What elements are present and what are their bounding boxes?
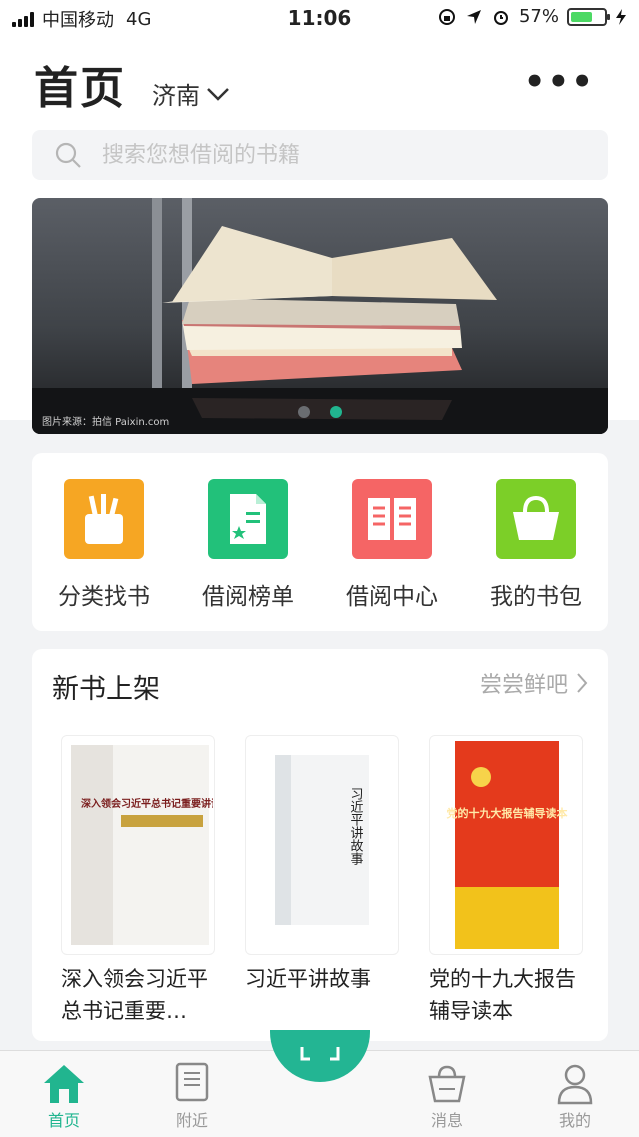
chevron-right-icon <box>577 673 588 693</box>
stacked-books-illustration <box>32 198 608 434</box>
user-icon <box>557 1064 593 1105</box>
chevron-down-icon <box>207 87 229 101</box>
cover-title: 深入领会习近平总书记重要讲话精神 <box>81 797 213 810</box>
scan-icon <box>300 1047 340 1061</box>
search-bar[interactable] <box>32 130 608 180</box>
pencil-cup-icon <box>64 479 144 559</box>
book-title: 党的十九大报告辅导读本 <box>429 967 576 1023</box>
book-icon <box>175 1062 209 1102</box>
cover-title: 习近平讲故事 <box>348 787 364 865</box>
book-card[interactable]: 深入领会习近平总书记重要讲话精神 深入领会习近平总书记重要… <box>61 735 215 1027</box>
tab-messages[interactable]: 消息 <box>397 1061 497 1131</box>
carousel-dots <box>32 406 608 418</box>
battery-icon <box>567 7 610 26</box>
tab-label: 附近 <box>175 1111 208 1130</box>
tab-profile[interactable]: 我的 <box>525 1061 625 1131</box>
search-icon <box>55 142 81 168</box>
book-title: 深入领会习近平总书记重要… <box>61 967 208 1023</box>
tab-home[interactable]: 首页 <box>14 1061 114 1131</box>
status-bar: 中国移动 4G 11:06 57% <box>0 0 639 36</box>
shortcut-borrow-center[interactable]: 借阅中心 <box>320 453 464 631</box>
tab-label: 消息 <box>430 1111 463 1130</box>
shortcut-label: 借阅中心 <box>346 584 438 610</box>
tab-label: 首页 <box>47 1111 80 1130</box>
book-cover: 习近平讲故事 <box>245 735 399 955</box>
shortcut-my-bag[interactable]: 我的书包 <box>464 453 608 631</box>
tab-nearby[interactable]: 附近 <box>142 1061 242 1131</box>
shortcut-label: 我的书包 <box>490 584 582 610</box>
alarm-icon <box>493 10 508 25</box>
city-label: 济南 <box>152 82 200 110</box>
category-shortcuts: 分类找书 借阅榜单 借阅中心 我的书包 <box>32 453 608 631</box>
book-card[interactable]: 习近平讲故事 习近平讲故事 <box>245 735 399 995</box>
carousel-dot[interactable] <box>298 406 310 418</box>
battery-percent: 57% <box>518 6 559 27</box>
book-cover: 党的十九大报告辅导读本 <box>429 735 583 955</box>
section-title: 新书上架 <box>52 674 160 705</box>
shortcut-label: 借阅榜单 <box>202 584 294 610</box>
more-link-label: 尝尝鲜吧 <box>479 673 568 698</box>
carousel-dot-active[interactable] <box>330 406 342 418</box>
charging-icon <box>616 8 626 25</box>
city-selector[interactable]: 济南 <box>152 76 230 111</box>
open-book-icon <box>352 479 432 559</box>
search-input[interactable] <box>100 141 574 169</box>
shortcut-label: 分类找书 <box>58 584 150 610</box>
shopping-bag-icon <box>496 479 576 559</box>
tab-label: 我的 <box>558 1111 591 1130</box>
banner-carousel[interactable]: 图片来源：拍信 Paixin.com <box>32 198 608 434</box>
document-star-icon <box>208 479 288 559</box>
new-books-section: 新书上架 尝尝鲜吧 深入领会习近平总书记重要讲话精神 深入领会习近平总书记重要…… <box>32 649 608 1041</box>
shortcut-category-search[interactable]: 分类找书 <box>32 453 176 631</box>
rotation-lock-icon <box>438 8 455 25</box>
home-icon <box>44 1065 84 1103</box>
basket-icon <box>428 1065 466 1103</box>
location-arrow-icon <box>466 9 481 24</box>
book-cover: 深入领会习近平总书记重要讲话精神 <box>61 735 215 955</box>
page-title: 首页 <box>34 63 126 114</box>
more-menu-button[interactable]: ••• <box>524 62 595 102</box>
new-books-more-link[interactable]: 尝尝鲜吧 <box>480 667 588 699</box>
book-title: 习近平讲故事 <box>245 967 371 991</box>
shortcut-ranking[interactable]: 借阅榜单 <box>176 453 320 631</box>
book-card[interactable]: 党的十九大报告辅导读本 党的十九大报告辅导读本 <box>429 735 583 1027</box>
cover-title: 党的十九大报告辅导读本 <box>447 806 568 820</box>
